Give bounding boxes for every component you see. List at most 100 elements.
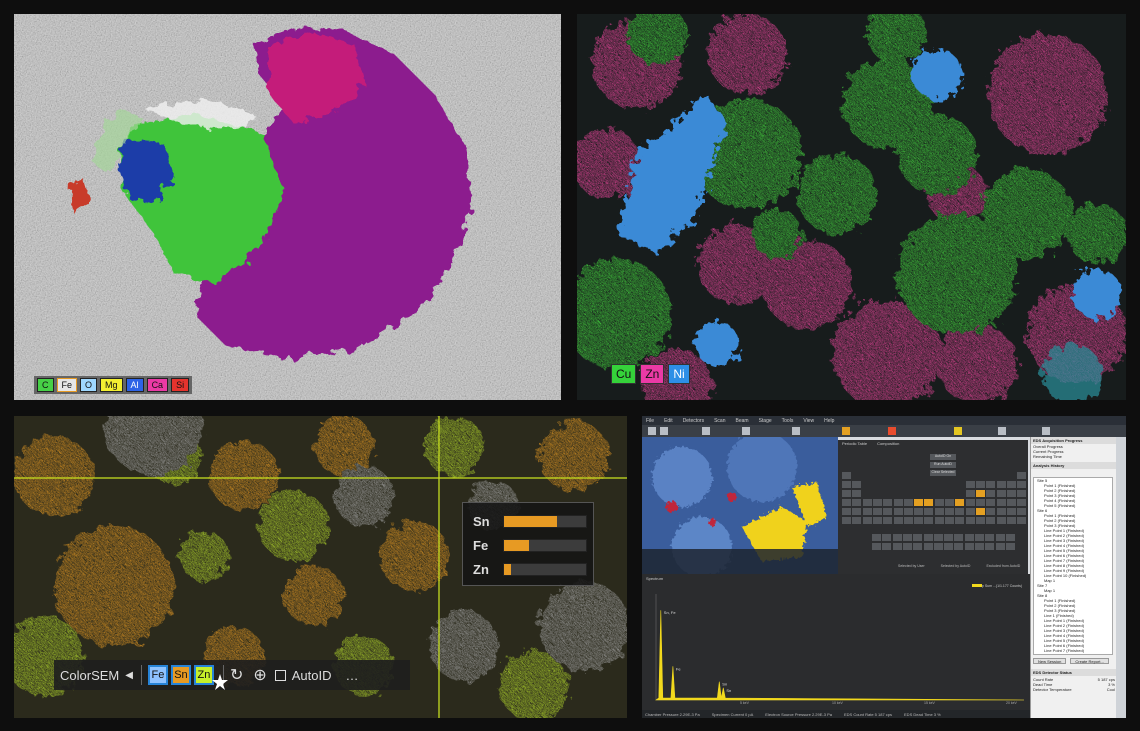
element-chip[interactable]: O xyxy=(80,378,98,392)
element-cell[interactable] xyxy=(1006,481,1016,488)
element-cell[interactable] xyxy=(986,517,996,524)
toolbar-icon[interactable] xyxy=(702,427,710,435)
element-cell[interactable] xyxy=(882,534,892,541)
element-cell[interactable] xyxy=(924,508,934,515)
element-cell[interactable] xyxy=(945,499,954,506)
clear-selected-button[interactable]: Clear Selected xyxy=(930,470,956,476)
tab-composition[interactable]: Composition xyxy=(877,441,899,446)
element-cell[interactable] xyxy=(852,499,862,506)
menu-file[interactable]: File xyxy=(646,418,654,424)
element-cell[interactable] xyxy=(903,517,913,524)
element-cell[interactable] xyxy=(924,517,934,524)
element-cell[interactable] xyxy=(872,499,882,506)
element-cell[interactable] xyxy=(842,499,851,506)
element-chip[interactable]: Zn xyxy=(640,364,665,384)
more-icon[interactable]: … xyxy=(346,668,359,683)
element-cell[interactable] xyxy=(862,508,872,515)
element-cell[interactable] xyxy=(914,508,924,515)
element-cell[interactable] xyxy=(944,534,954,541)
element-cell[interactable] xyxy=(964,534,974,541)
element-cell[interactable] xyxy=(862,499,872,506)
element-cell[interactable] xyxy=(842,517,851,524)
toolbar-icon[interactable] xyxy=(954,427,962,435)
element-cell[interactable] xyxy=(923,534,933,541)
element-cell[interactable] xyxy=(995,534,1005,541)
element-cell[interactable] xyxy=(893,499,903,506)
element-chip[interactable]: Mg xyxy=(100,378,123,392)
toolbar-icon[interactable] xyxy=(792,427,800,435)
toolbar-icon[interactable] xyxy=(888,427,896,435)
autoid-on-button[interactable]: AutoID On xyxy=(930,454,956,460)
element-cell[interactable] xyxy=(1006,508,1016,515)
element-cell[interactable] xyxy=(985,534,995,541)
element-cell[interactable] xyxy=(883,499,893,506)
element-cell[interactable] xyxy=(914,499,924,506)
element-cell[interactable] xyxy=(1017,508,1027,515)
run-autoid-button[interactable]: Run AutoID xyxy=(930,462,956,468)
element-cell[interactable] xyxy=(903,508,913,515)
element-cell[interactable] xyxy=(965,481,975,488)
element-cell[interactable] xyxy=(842,472,851,479)
element-cell[interactable] xyxy=(965,517,975,524)
element-chip[interactable]: Si xyxy=(171,378,190,392)
element-cell[interactable] xyxy=(902,534,912,541)
element-cell[interactable] xyxy=(872,508,882,515)
element-cell[interactable] xyxy=(924,499,934,506)
element-cell[interactable] xyxy=(975,481,985,488)
history-item[interactable]: Line Point 8 (Finished) xyxy=(1034,653,1112,654)
element-cell[interactable] xyxy=(933,534,943,541)
element-cell[interactable] xyxy=(975,517,985,524)
element-cell[interactable] xyxy=(852,517,862,524)
element-cell[interactable] xyxy=(862,517,872,524)
element-cell[interactable] xyxy=(986,481,996,488)
element-cell[interactable] xyxy=(892,534,902,541)
menu-detectors[interactable]: Detectors xyxy=(683,418,704,424)
element-cell[interactable] xyxy=(955,517,965,524)
element-cell[interactable] xyxy=(975,490,985,497)
element-cell[interactable] xyxy=(965,490,975,497)
element-cell[interactable] xyxy=(914,517,924,524)
element-cell[interactable] xyxy=(934,508,944,515)
element-cell[interactable] xyxy=(954,543,964,550)
menu-tools[interactable]: Tools xyxy=(782,418,794,424)
menu-stage[interactable]: Stage xyxy=(759,418,772,424)
element-cell[interactable] xyxy=(913,534,923,541)
element-cell[interactable] xyxy=(852,508,862,515)
element-cell[interactable] xyxy=(934,499,944,506)
element-cell[interactable] xyxy=(872,534,881,541)
element-cell[interactable] xyxy=(902,543,912,550)
element-cell[interactable] xyxy=(913,543,923,550)
element-cell[interactable] xyxy=(1006,517,1016,524)
element-cell[interactable] xyxy=(842,508,851,515)
element-cell[interactable] xyxy=(933,543,943,550)
element-cell[interactable] xyxy=(996,490,1006,497)
element-cell[interactable] xyxy=(975,499,985,506)
create-report-button[interactable]: Create Report... xyxy=(1070,658,1109,664)
element-cell[interactable] xyxy=(975,508,985,515)
new-session-button[interactable]: New Session xyxy=(1033,658,1067,664)
menu-scan[interactable]: Scan xyxy=(714,418,725,424)
element-cell[interactable] xyxy=(954,534,964,541)
autoid-label[interactable]: AutoID xyxy=(292,668,332,683)
menu-edit[interactable]: Edit xyxy=(664,418,673,424)
element-cell[interactable] xyxy=(965,508,975,515)
element-cell[interactable] xyxy=(852,490,862,497)
menu-help[interactable]: Help xyxy=(824,418,834,424)
element-cell[interactable] xyxy=(996,481,1006,488)
element-cell[interactable] xyxy=(1017,517,1027,524)
element-cell[interactable] xyxy=(842,490,851,497)
menu-beam[interactable]: Beam xyxy=(736,418,749,424)
element-cell[interactable] xyxy=(986,508,996,515)
element-toggle-fe[interactable]: Fe xyxy=(147,665,168,685)
element-cell[interactable] xyxy=(903,499,913,506)
element-chip[interactable]: Fe xyxy=(56,378,78,392)
element-cell[interactable] xyxy=(975,534,984,541)
toolbar-icon[interactable] xyxy=(1042,427,1050,435)
element-cell[interactable] xyxy=(883,508,893,515)
element-cell[interactable] xyxy=(934,517,944,524)
element-cell[interactable] xyxy=(995,543,1005,550)
toolbar-icon[interactable] xyxy=(998,427,1006,435)
collapse-icon[interactable]: ◀ xyxy=(125,670,133,681)
element-cell[interactable] xyxy=(842,481,851,488)
element-cell[interactable] xyxy=(872,543,881,550)
